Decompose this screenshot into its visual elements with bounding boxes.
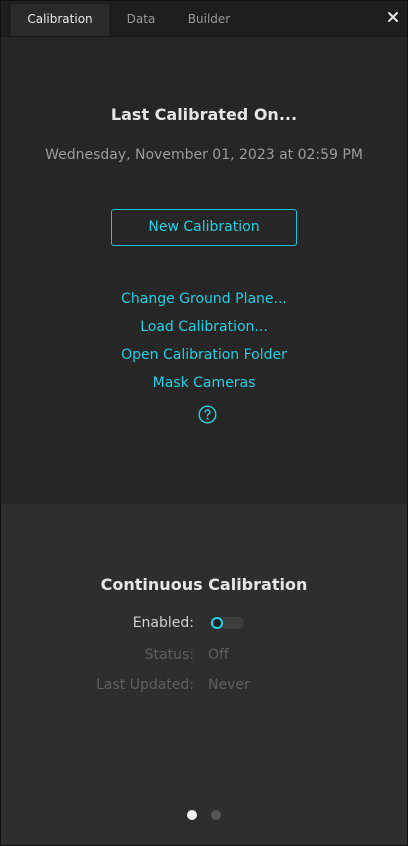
last-calibrated-title: Last Calibrated On... [110,105,298,124]
calibration-window: Calibration Data Builder Last Calibrated… [0,0,408,846]
help-circle-icon[interactable] [198,405,217,424]
last-updated-value: Never [208,677,250,693]
page-dot-active[interactable] [187,810,197,820]
change-ground-plane-link[interactable]: Change Ground Plane... [1,291,407,307]
close-button[interactable] [385,9,401,25]
tab-data[interactable]: Data [119,4,163,36]
mask-cameras-link[interactable]: Mask Cameras [1,375,407,391]
page-dot[interactable] [211,810,221,820]
calibration-panel: Last Calibrated On... Wednesday, Novembe… [1,37,407,504]
new-calibration-button[interactable]: New Calibration [111,209,297,246]
toggle-knob [211,617,223,629]
status-value: Off [208,647,229,663]
close-icon [388,12,398,22]
enabled-label: Enabled: [132,615,194,631]
open-calibration-folder-link[interactable]: Open Calibration Folder [1,347,407,363]
status-label: Status: [144,647,194,663]
enabled-toggle[interactable] [210,617,244,629]
tab-builder[interactable]: Builder [179,4,239,36]
continuous-calibration-panel [1,504,407,845]
continuous-calibration-title: Continuous Calibration [100,575,308,594]
tab-bar: Calibration Data Builder [1,1,407,37]
last-updated-label: Last Updated: [96,677,194,693]
tab-calibration[interactable]: Calibration [11,4,109,36]
last-calibrated-date: Wednesday, November 01, 2023 at 02:59 PM [45,147,363,163]
load-calibration-link[interactable]: Load Calibration... [1,319,407,335]
